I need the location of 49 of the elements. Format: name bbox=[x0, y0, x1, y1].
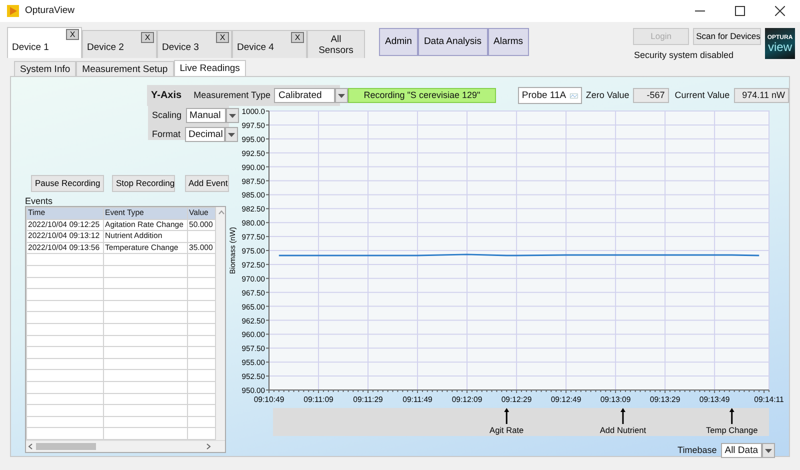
field-label: Measurement Type bbox=[194, 88, 270, 102]
section-title: Events bbox=[25, 196, 54, 206]
security-status: Security system disabled bbox=[633, 49, 735, 62]
caret-icon[interactable] bbox=[224, 127, 238, 142]
panel-title: Y-Axis bbox=[151, 89, 182, 103]
close-tab-button[interactable]: X bbox=[291, 32, 304, 43]
close-tab-button[interactable]: X bbox=[141, 32, 154, 43]
device-tab[interactable]: Device 3 X bbox=[157, 30, 232, 58]
annotation-arrow bbox=[620, 408, 626, 424]
action-button[interactable]: Stop Recording bbox=[112, 175, 174, 192]
device-tab[interactable]: Device 2 X bbox=[82, 30, 157, 58]
close-tab-button[interactable]: X bbox=[66, 29, 79, 40]
annotation-arrow bbox=[504, 408, 510, 424]
section-tab[interactable]: Admin bbox=[379, 28, 418, 56]
current-value-field: 974.11 nW bbox=[734, 88, 789, 103]
annotation-label: Add Nutrient bbox=[600, 425, 646, 435]
field-label: Current Value bbox=[674, 88, 730, 102]
recording-status: Recording "S cerevisiae 129" bbox=[348, 88, 496, 103]
annotation-label: Temp Change bbox=[706, 425, 758, 435]
minimize-icon[interactable] bbox=[695, 10, 705, 12]
section-tab[interactable]: Data Analysis bbox=[418, 28, 488, 56]
action-button[interactable]: Pause Recording bbox=[31, 175, 104, 192]
vertical-scrollbar[interactable] bbox=[216, 207, 225, 440]
sub-tab[interactable]: Measurement Setup bbox=[76, 61, 174, 76]
probe-legend: Probe 11A bbox=[518, 87, 582, 104]
close-tab-button[interactable]: X bbox=[216, 32, 229, 43]
field-label: Scaling bbox=[152, 108, 182, 122]
device-tab[interactable]: All Sensors bbox=[307, 30, 365, 58]
field-label: Format bbox=[152, 128, 181, 141]
field-label: Zero Value bbox=[586, 88, 630, 102]
caret-icon[interactable] bbox=[335, 88, 348, 103]
zero-value-field: -567 bbox=[633, 88, 669, 103]
caret-icon[interactable] bbox=[762, 443, 775, 458]
action-button[interactable]: Add Event bbox=[184, 175, 229, 192]
annotation-label: Agit Rate bbox=[490, 425, 524, 435]
window-title: OpturaView bbox=[25, 4, 74, 18]
close-icon[interactable] bbox=[775, 6, 785, 16]
app-icon bbox=[7, 5, 19, 17]
sub-tab[interactable]: Live Readings bbox=[174, 60, 246, 76]
maximize-icon[interactable] bbox=[735, 6, 745, 16]
sub-tab[interactable]: System Info bbox=[14, 61, 76, 76]
scan-button[interactable]: Scan for Devices bbox=[693, 28, 761, 45]
caret-icon[interactable] bbox=[226, 108, 239, 123]
horizontal-scrollbar[interactable] bbox=[26, 440, 225, 452]
annotation-arrow bbox=[729, 408, 734, 424]
device-tab[interactable]: Device 4 X bbox=[232, 30, 307, 58]
section-tab[interactable]: Alarms bbox=[488, 28, 530, 56]
device-tab[interactable]: Device 1 X bbox=[7, 27, 82, 58]
field-label: Timebase bbox=[678, 444, 717, 457]
